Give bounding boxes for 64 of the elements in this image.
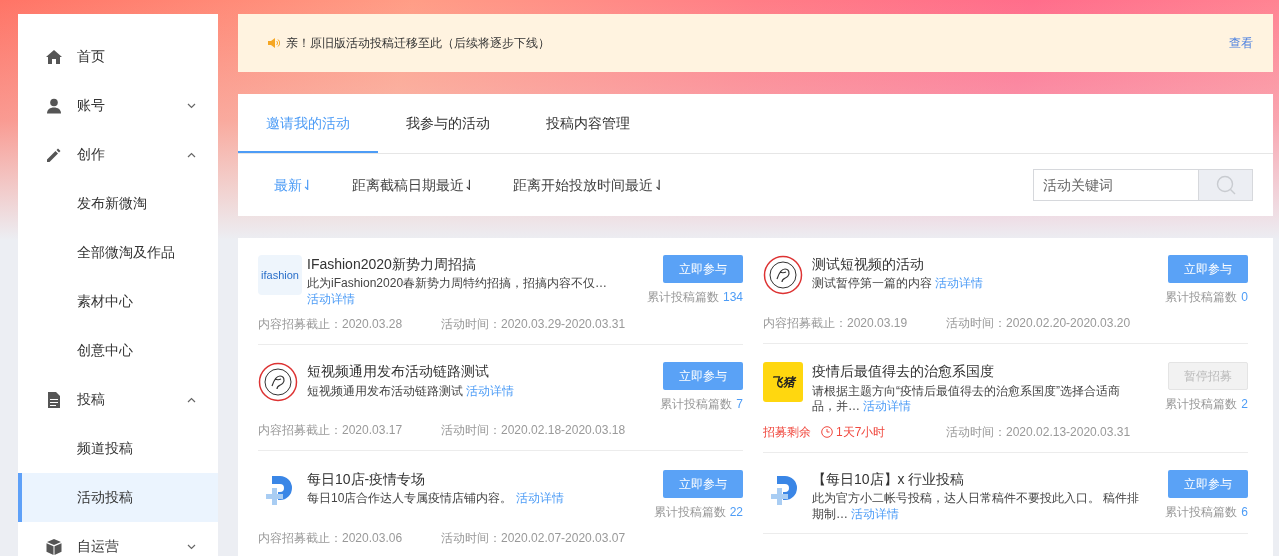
deadline-text: 内容招募截止：2020.03.28 <box>258 316 404 334</box>
submission-count: 累计投稿篇数 22 <box>652 503 743 521</box>
brand-logo: ifashion <box>258 255 302 295</box>
home-icon <box>46 48 62 65</box>
sidebar-item[interactable]: 创作 <box>18 130 218 179</box>
club-crest-drawing <box>258 362 298 403</box>
activity-description: 请根据主题方向“疫情后最值得去的治愈系国度”选择合适商品，并… 活动详情 <box>812 383 1121 415</box>
activity-period: 活动时间：2020.02.07-2020.03.07 <box>441 529 626 547</box>
document-icon <box>46 391 62 408</box>
chevron-up-icon <box>187 151 196 158</box>
notice-text: 亲！原旧版活动投稿迁移至此（后续将逐步下线） <box>286 35 551 52</box>
countdown-label: 招募剩余 <box>763 423 811 441</box>
search-field[interactable]: 活动关键词 <box>1033 169 1199 201</box>
tab[interactable]: 我参与的活动 <box>378 94 518 153</box>
activity-period: 活动时间：2020.03.29-2020.03.31 <box>441 316 626 334</box>
activity-title: 短视频通用发布活动链路测试 <box>307 362 490 381</box>
sidebar-subitem[interactable]: 全部微淘及作品 <box>18 228 218 277</box>
sidebar-item[interactable]: 账号 <box>18 81 218 130</box>
sidebar-item[interactable]: 首页 <box>18 32 218 81</box>
pencil-icon <box>46 146 62 163</box>
activity-description: 测试暂停第一篇的内容 活动详情 <box>812 276 985 292</box>
sidebar-subitem[interactable]: 活动投稿 <box>18 473 218 522</box>
sidebar-subitem[interactable]: 素材中心 <box>18 277 218 326</box>
sidebar-item[interactable]: 投稿 <box>18 375 218 424</box>
sort-option[interactable]: 距离开始投放时间最近⇃ <box>503 174 676 196</box>
tab[interactable]: 投稿内容管理 <box>518 94 658 153</box>
activity-title: 疫情后最值得去的治愈系国度 <box>812 362 995 381</box>
chevron-down-icon <box>187 102 196 109</box>
brand-logo: 飞猪 <box>763 362 803 403</box>
activity-title: IFashion2020新势力周招搞 <box>307 255 477 274</box>
sidebar-item[interactable]: 自运营 <box>18 522 218 556</box>
activity-title: 测试短视频的活动 <box>812 255 925 274</box>
box-icon <box>46 538 62 555</box>
view-link[interactable]: 查看 <box>1229 34 1253 52</box>
sort-option[interactable]: 距离截稿日期最近⇃ <box>341 174 486 196</box>
activity-period: 活动时间：2020.02.13-2020.03.31 <box>946 423 1131 441</box>
activity-description: 短视频通用发布活动链路测试 活动详情 <box>307 383 516 400</box>
sidebar-subitem[interactable]: 发布新微淘 <box>18 179 218 228</box>
activity-title: 【每日10店】x 行业投稿 <box>812 469 966 488</box>
submission-count: 累计投稿篇数 6 <box>1164 503 1248 521</box>
submission-count: 累计投稿篇数 2 <box>1164 396 1248 414</box>
submission-count: 累计投稿篇数 0 <box>1164 289 1248 306</box>
speaker-icon <box>268 38 280 48</box>
activity-title: 每日10店-疫情专场 <box>307 469 427 488</box>
submission-count: 累计投稿篇数 134 <box>647 289 743 306</box>
clock-icon <box>821 425 833 438</box>
sidebar-subitem[interactable]: 创意中心 <box>18 326 218 375</box>
activity-period: 活动时间：2020.02.20-2020.03.20 <box>946 315 1131 332</box>
chevron-down-icon <box>187 543 196 550</box>
club-crest-drawing <box>763 255 803 295</box>
deadline-text: 内容招募截止：2020.03.19 <box>763 315 909 332</box>
sidebar-subitem[interactable]: 频道投稿 <box>18 424 218 473</box>
activity-period: 活动时间：2020.02.18-2020.03.18 <box>441 422 626 440</box>
search-button[interactable] <box>1199 169 1253 201</box>
activity-description: 每日10店合作达人专属疫情店铺内容。 活动详情 <box>307 490 565 507</box>
activity-description: 此为官方小二帐号投稿，达人日常稿件不要投此入口。 稿件排期制… 活动详情 <box>812 490 1141 523</box>
deadline-text: 内容招募截止：2020.03.17 <box>258 422 404 440</box>
user-icon <box>46 97 62 114</box>
countdown-text: 1天7小时 <box>821 422 886 441</box>
deadline-text: 内容招募截止：2020.03.06 <box>258 529 404 547</box>
chevron-up-icon <box>187 396 196 403</box>
search-icon <box>1215 175 1236 195</box>
submission-count: 累计投稿篇数 7 <box>659 396 743 414</box>
activity-description: 此为iFashion2020春新势力周特约招搞，招搞内容不仅… 活动详情 <box>307 276 609 308</box>
